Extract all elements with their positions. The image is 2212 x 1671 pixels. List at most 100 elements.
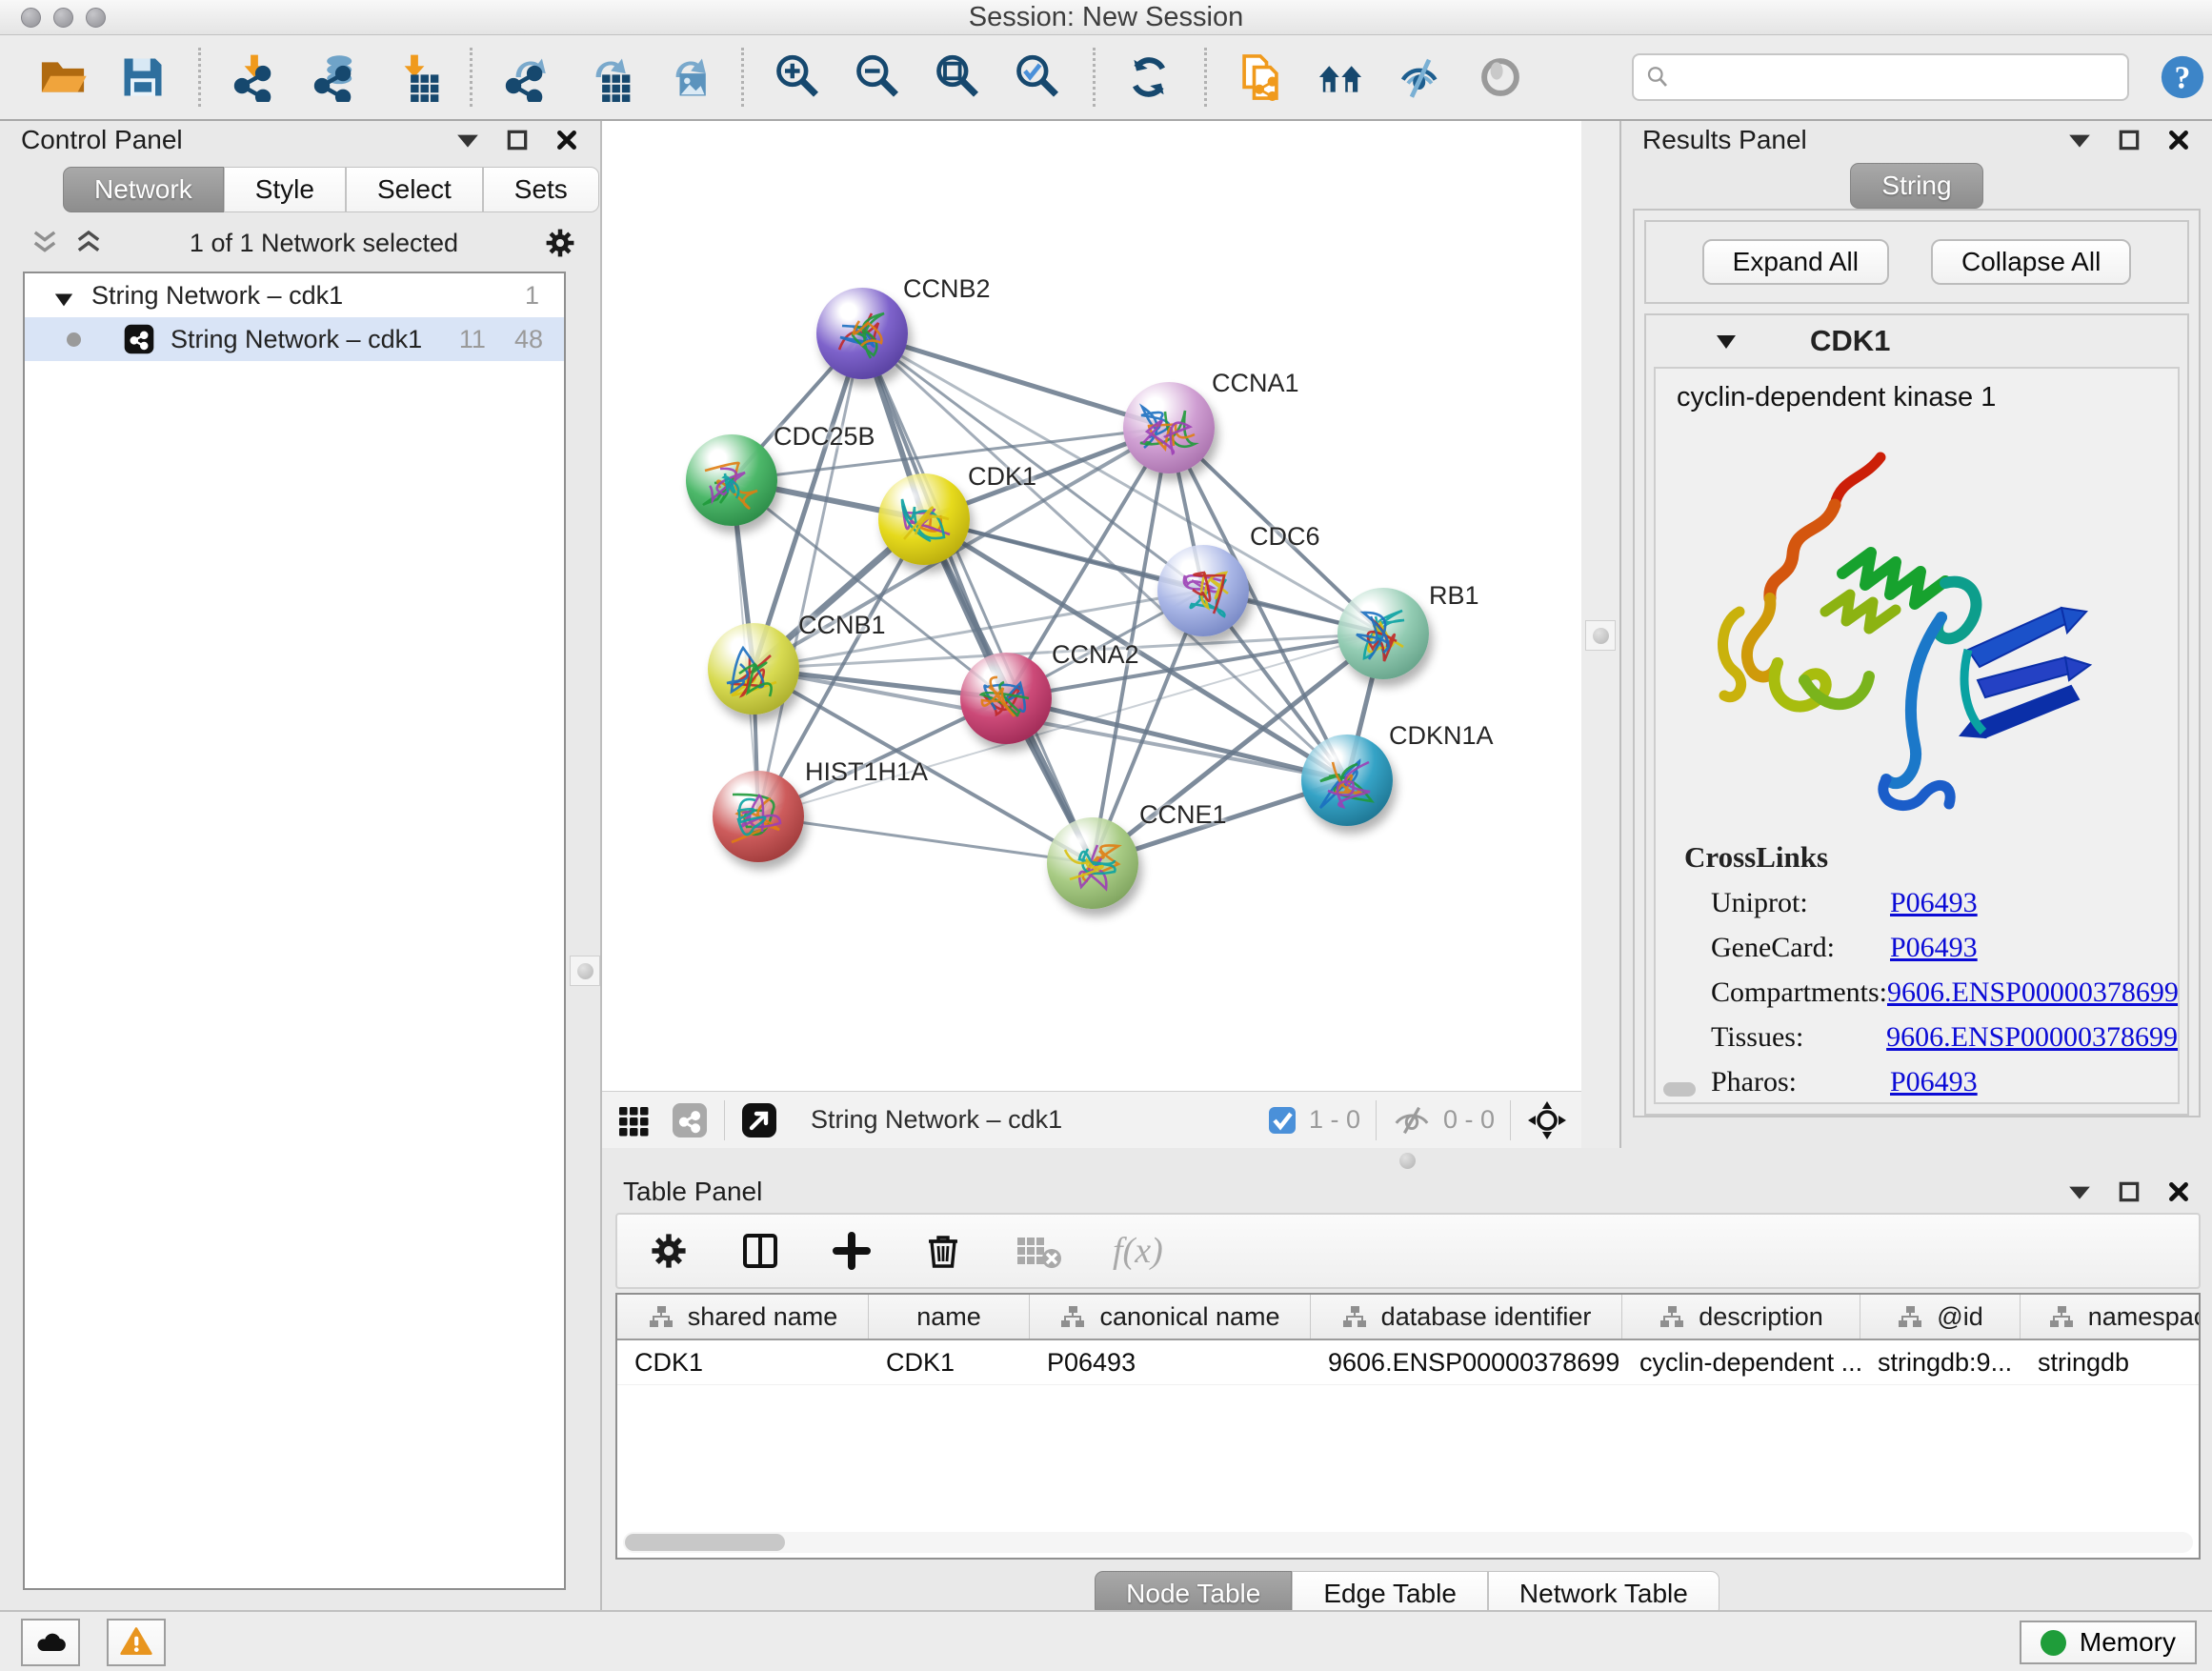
- results-hscroll-thumb[interactable]: [1663, 1082, 1696, 1097]
- close-window-button[interactable]: [21, 8, 41, 28]
- collapse-all-networks-icon[interactable]: [29, 229, 61, 257]
- table-cell[interactable]: P06493: [1030, 1340, 1311, 1384]
- expand-all-networks-icon[interactable]: [72, 229, 105, 257]
- left-splitter-handle[interactable]: [570, 956, 600, 986]
- import-network-button[interactable]: [228, 50, 281, 105]
- zoom-fit-button[interactable]: [931, 50, 984, 105]
- help-button[interactable]: ?: [2156, 50, 2209, 105]
- network-row[interactable]: String Network – cdk1 11 48: [25, 317, 564, 361]
- selected-nodes-checkbox-icon[interactable]: [1267, 1105, 1297, 1136]
- zoom-selected-button[interactable]: [1011, 50, 1064, 105]
- network-node-CCNB2[interactable]: [816, 288, 908, 379]
- warnings-button[interactable]: [107, 1619, 166, 1666]
- tab-style[interactable]: Style: [224, 167, 346, 212]
- export-table-button[interactable]: [579, 50, 633, 105]
- table-cell[interactable]: cyclin-dependent ...: [1622, 1340, 1860, 1384]
- vertical-splitter[interactable]: [1581, 121, 1619, 1148]
- network-edge-CCNB2-CCNA1[interactable]: [862, 333, 1169, 428]
- column-header-shared-name[interactable]: shared name: [617, 1295, 869, 1339]
- panel-float-icon[interactable]: [2117, 1179, 2142, 1204]
- show-columns-icon[interactable]: [739, 1230, 781, 1272]
- table-hscrollbar[interactable]: [623, 1532, 2193, 1553]
- tab-sets[interactable]: Sets: [483, 167, 599, 212]
- cloud-status-button[interactable]: [21, 1619, 80, 1666]
- detach-view-icon[interactable]: [740, 1101, 778, 1139]
- table-row[interactable]: CDK1CDK1P064939606.ENSP00000378699cyclin…: [617, 1340, 2199, 1385]
- network-edge-HIST1H1A-CCNE1[interactable]: [758, 816, 1093, 863]
- export-image-button[interactable]: [659, 50, 713, 105]
- add-column-icon[interactable]: [831, 1230, 873, 1272]
- show-panel-gray-button[interactable]: [1474, 50, 1527, 105]
- center-view-crosshair-icon[interactable]: [1526, 1099, 1568, 1141]
- table-hscroll-thumb[interactable]: [625, 1534, 785, 1551]
- crosslink-link[interactable]: 9606.ENSP00000378699: [1887, 976, 2179, 1009]
- crosslink-link[interactable]: 9606.ENSP00000378699: [1886, 1021, 2178, 1054]
- horizontal-splitter[interactable]: [602, 1148, 2212, 1173]
- delete-column-icon[interactable]: [922, 1230, 964, 1272]
- panel-close-icon[interactable]: [554, 128, 579, 152]
- table-cell[interactable]: stringdb:9...: [1860, 1340, 2021, 1384]
- column-header-canonical-name[interactable]: canonical name: [1030, 1295, 1311, 1339]
- crosslink-link[interactable]: P06493: [1890, 1066, 1978, 1098]
- expand-all-button[interactable]: Expand All: [1702, 239, 1889, 285]
- column-header--id[interactable]: @id: [1860, 1295, 2021, 1339]
- panel-float-icon[interactable]: [2117, 128, 2142, 152]
- collection-expander-icon[interactable]: [53, 286, 74, 305]
- network-options-gear-icon[interactable]: [543, 226, 577, 260]
- network-canvas[interactable]: CCNB2CCNA1CDC25BCDK1CDC6RB1CCNB1CCNA2CDK…: [602, 121, 1581, 1091]
- network-node-CCNE1[interactable]: [1047, 817, 1138, 909]
- birdseye-view-icon[interactable]: [615, 1101, 654, 1139]
- panel-menu-icon[interactable]: [2067, 128, 2092, 152]
- network-collection-row[interactable]: String Network – cdk1 1: [25, 273, 564, 317]
- table-cell[interactable]: CDK1: [617, 1340, 869, 1384]
- panel-menu-icon[interactable]: [2067, 1179, 2092, 1204]
- table-cell[interactable]: CDK1: [869, 1340, 1030, 1384]
- refresh-button[interactable]: [1122, 50, 1176, 105]
- column-header-description[interactable]: description: [1622, 1295, 1860, 1339]
- column-header-database-identifier[interactable]: database identifier: [1311, 1295, 1622, 1339]
- zoom-out-button[interactable]: [851, 50, 904, 105]
- crosslink-link[interactable]: P06493: [1890, 932, 1978, 964]
- network-share-icon[interactable]: [671, 1101, 709, 1139]
- session-home-button[interactable]: [1314, 50, 1367, 105]
- import-table-button[interactable]: [388, 50, 441, 105]
- network-node-HIST1H1A[interactable]: [713, 771, 804, 862]
- panel-close-icon[interactable]: [2166, 128, 2191, 152]
- panel-menu-icon[interactable]: [455, 128, 480, 152]
- minimize-window-button[interactable]: [53, 8, 73, 28]
- network-node-CCNA1[interactable]: [1123, 382, 1215, 473]
- panel-float-icon[interactable]: [505, 128, 530, 152]
- right-splitter-handle[interactable]: [1585, 620, 1616, 651]
- tab-string[interactable]: String: [1850, 163, 1982, 209]
- export-network-button[interactable]: [499, 50, 553, 105]
- clone-network-button[interactable]: [1234, 50, 1287, 105]
- table-cell[interactable]: 9606.ENSP00000378699: [1311, 1340, 1622, 1384]
- network-node-CDC6[interactable]: [1157, 545, 1249, 636]
- network-node-CCNB1[interactable]: [708, 623, 799, 715]
- panel-close-icon[interactable]: [2166, 1179, 2191, 1204]
- network-node-CDK1[interactable]: [878, 473, 970, 565]
- memory-button[interactable]: Memory: [2020, 1621, 2197, 1664]
- open-file-button[interactable]: [36, 50, 90, 105]
- network-node-CDC25B[interactable]: [686, 434, 777, 526]
- column-header-namespace[interactable]: namespace: [2021, 1295, 2201, 1339]
- network-node-CCNA2[interactable]: [960, 653, 1052, 744]
- table-cell[interactable]: stringdb: [2021, 1340, 2201, 1384]
- search-input[interactable]: [1679, 62, 2118, 93]
- zoom-window-button[interactable]: [86, 8, 106, 28]
- collapse-all-button[interactable]: Collapse All: [1931, 239, 2131, 285]
- column-header-name[interactable]: name: [869, 1295, 1030, 1339]
- network-node-RB1[interactable]: [1337, 588, 1429, 679]
- zoom-in-button[interactable]: [771, 50, 824, 105]
- tab-network[interactable]: Network: [63, 167, 224, 212]
- tab-select[interactable]: Select: [346, 167, 483, 212]
- network-node-CDKN1A[interactable]: [1301, 735, 1393, 826]
- save-session-button[interactable]: [116, 50, 170, 105]
- crosslink-link[interactable]: P06493: [1890, 887, 1978, 919]
- hidden-eye-slash-icon[interactable]: [1392, 1104, 1432, 1137]
- entry-expander-icon[interactable]: [1715, 332, 1738, 351]
- table-settings-gear-icon[interactable]: [648, 1230, 690, 1272]
- network-edge-CCNB2-HIST1H1A[interactable]: [758, 333, 862, 816]
- hide-panels-button[interactable]: [1394, 50, 1447, 105]
- import-database-button[interactable]: [308, 50, 361, 105]
